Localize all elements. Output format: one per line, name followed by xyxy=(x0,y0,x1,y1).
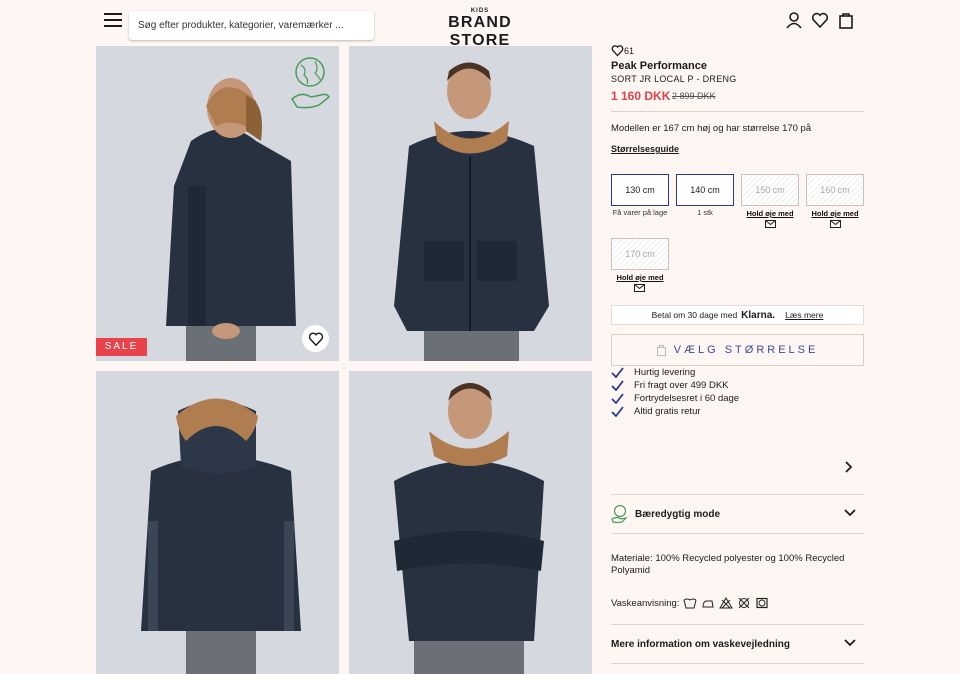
no-dryclean-icon xyxy=(739,597,750,609)
notify-me-link[interactable]: Hold øje med xyxy=(806,209,864,218)
account-icon[interactable] xyxy=(785,11,803,29)
product-brand[interactable]: Peak Performance xyxy=(611,60,707,72)
check-icon xyxy=(611,367,624,378)
usp-item: Fri fragt over 499 DKK xyxy=(611,380,729,391)
mail-icon[interactable] xyxy=(634,284,645,292)
product-image-arms-crossed[interactable] xyxy=(349,371,592,674)
size-option-170[interactable]: 170 cm xyxy=(611,238,669,270)
size-stock-note: 1 stk xyxy=(697,208,713,217)
klarna-text: Betal om 30 dage med xyxy=(651,310,738,320)
check-icon xyxy=(611,393,624,404)
chevron-down-icon xyxy=(844,509,856,517)
eco-icon xyxy=(611,504,628,524)
accordion-sustainable-fashion[interactable]: Bæredygtig mode xyxy=(611,495,864,533)
product-image-front[interactable] xyxy=(349,46,592,361)
favorite-button[interactable] xyxy=(302,325,329,352)
choose-size-button[interactable]: VÆLG STØRRELSE xyxy=(611,334,864,366)
wash-instructions: Vaskeanvisning: xyxy=(611,597,769,609)
menu-icon[interactable] xyxy=(104,13,122,27)
accordion-washing-info[interactable]: Mere information om vaskevejledning xyxy=(611,625,864,663)
mail-icon[interactable] xyxy=(830,220,841,228)
usp-item: Hurtig levering xyxy=(611,367,695,378)
choose-size-label: VÆLG STØRRELSE xyxy=(673,344,819,356)
wishlist-icon[interactable] xyxy=(811,11,829,29)
logo[interactable]: KIDS BRAND STORE xyxy=(420,8,540,50)
material-info: Materiale: 100% Recycled polyester og 10… xyxy=(611,553,845,576)
chevron-right-icon[interactable] xyxy=(843,461,853,473)
eco-globe-icon xyxy=(291,57,330,109)
site-header: KIDS BRAND STORE xyxy=(0,0,960,49)
likes-count[interactable]: 61 xyxy=(611,44,634,57)
sale-badge: SALE xyxy=(96,338,147,356)
usp-item: Altid gratis retur xyxy=(611,406,701,417)
usp-text: Fortrydelsesret i 60 dage xyxy=(634,393,740,404)
divider xyxy=(611,111,864,112)
divider xyxy=(611,533,864,534)
size-option-160[interactable]: 160 cm xyxy=(806,174,864,206)
usp-text: Hurtig levering xyxy=(634,367,696,378)
notify-me-link[interactable]: Hold øje med xyxy=(741,209,799,218)
klarna-logo: Klarna. xyxy=(741,309,776,321)
mail-icon[interactable] xyxy=(765,220,776,228)
search-input[interactable] xyxy=(129,11,374,40)
product-old-price: 2 899 DKK xyxy=(672,91,716,101)
divider xyxy=(611,663,864,664)
likes-number: 61 xyxy=(624,45,635,56)
size-guide-link[interactable]: Størrelsesguide xyxy=(611,144,679,154)
size-stock-note: Få varer på lage xyxy=(612,208,668,217)
heart-icon xyxy=(611,45,624,57)
ironing-icon xyxy=(702,600,715,608)
product-price: 1 160 DKK xyxy=(611,89,671,103)
klarna-read-more-link[interactable]: Læs mere xyxy=(785,310,823,320)
size-option-140[interactable]: 140 cm xyxy=(676,174,734,206)
size-label: 140 cm xyxy=(690,185,720,195)
no-bleach-icon xyxy=(719,597,734,609)
accordion-title: Mere information om vaskevejledning xyxy=(611,638,790,650)
size-option-150[interactable]: 150 cm xyxy=(741,174,799,206)
klarna-banner: Betal om 30 dage med Klarna. Læs mere xyxy=(611,305,864,325)
usp-text: Altid gratis retur xyxy=(634,406,701,417)
notify-me-link[interactable]: Hold øje med xyxy=(611,273,669,282)
size-label: 170 cm xyxy=(625,249,655,259)
heart-icon xyxy=(308,332,323,346)
bag-icon xyxy=(656,345,666,356)
model-info: Modellen er 167 cm høj og har størrelse … xyxy=(611,123,812,134)
logo-brand: BRAND STORE xyxy=(448,14,512,49)
cart-icon[interactable] xyxy=(837,11,855,29)
wash-label: Vaskeanvisning: xyxy=(611,597,680,609)
product-name: SORT JR LOCAL P - DRENG xyxy=(611,74,737,84)
size-label: 150 cm xyxy=(755,185,785,195)
size-option-130[interactable]: 130 cm xyxy=(611,174,669,206)
product-image-back[interactable] xyxy=(96,371,339,674)
check-icon xyxy=(611,406,624,417)
check-icon xyxy=(611,380,624,391)
size-label: 130 cm xyxy=(625,185,655,195)
tumble-dry-icon xyxy=(756,597,769,609)
chevron-down-icon xyxy=(844,639,856,647)
usp-item: Fortrydelsesret i 60 dage xyxy=(611,393,739,404)
wash-30-icon xyxy=(683,598,697,609)
size-label: 160 cm xyxy=(820,185,850,195)
usp-text: Fri fragt over 499 DKK xyxy=(634,380,729,391)
accordion-title: Bæredygtig mode xyxy=(635,508,721,520)
